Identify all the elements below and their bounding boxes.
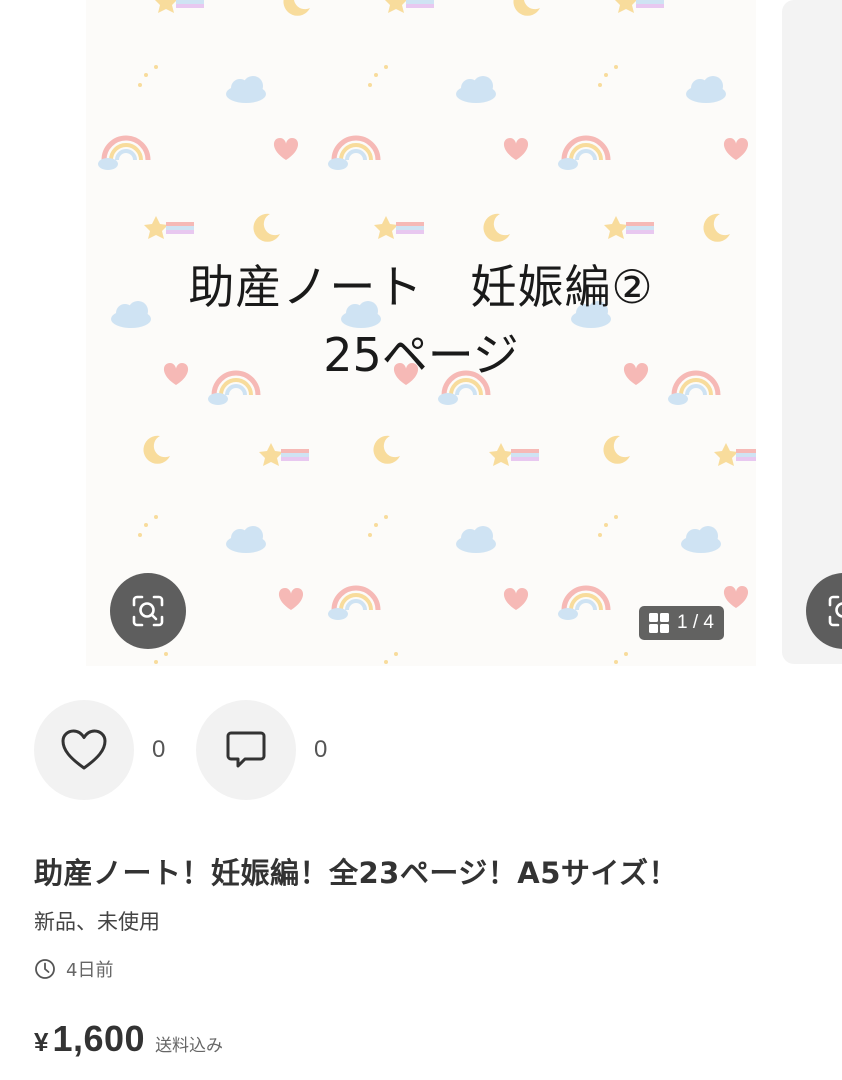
grid-icon [649, 613, 669, 633]
caption-line-1: 助産ノート 妊娠編② [188, 260, 654, 314]
caption-line-2: 25ページ [323, 328, 519, 382]
zoom-button[interactable] [110, 573, 186, 649]
comment-icon [226, 731, 266, 768]
posted-time: 4日前 [34, 956, 113, 982]
image-caption: 助産ノート 妊娠編② 25ページ [86, 252, 756, 388]
like-button[interactable] [34, 700, 134, 800]
posted-time-text: 4日前 [66, 960, 114, 981]
shipping-note: 送料込み [155, 1036, 224, 1056]
action-bar: 0 0 [34, 700, 358, 800]
image-counter-text: 1 / 4 [677, 612, 714, 633]
price-currency: ¥ [34, 1027, 49, 1057]
image-carousel[interactable]: 助産ノート 妊娠編② 25ページ 1 / 4 [0, 0, 842, 666]
product-image[interactable]: 助産ノート 妊娠編② 25ページ [86, 0, 756, 666]
clock-icon [35, 959, 55, 979]
item-condition: 新品、未使用 [34, 910, 160, 934]
image-counter: 1 / 4 [639, 606, 724, 640]
zoom-scan-icon [132, 595, 164, 627]
zoom-scan-icon [828, 595, 842, 627]
comment-button[interactable] [196, 700, 296, 800]
next-image-peek[interactable] [782, 0, 842, 664]
heart-icon [61, 729, 107, 770]
price-value: 1,600 [52, 1018, 146, 1059]
comment-count: 0 [314, 736, 328, 763]
item-title: 助産ノート！妊娠編！全23ページ！A5サイズ！ [34, 856, 679, 890]
like-count: 0 [152, 736, 166, 763]
price: ¥ 1,600 送料込み [34, 1018, 223, 1060]
